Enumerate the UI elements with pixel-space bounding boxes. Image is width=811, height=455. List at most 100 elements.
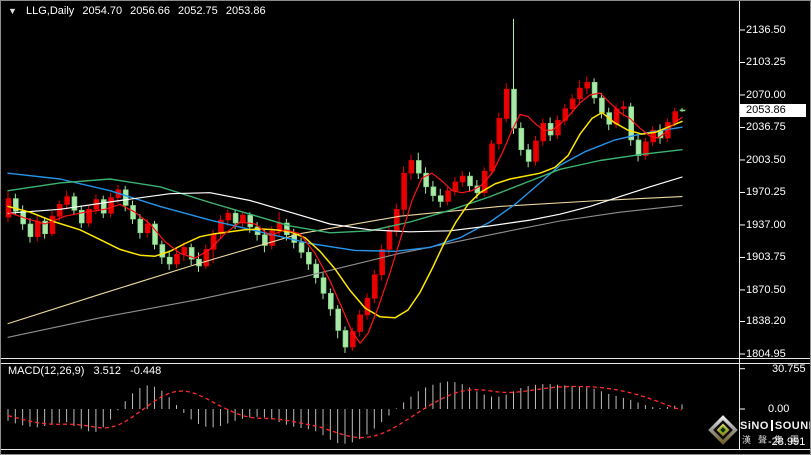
candle-body — [350, 331, 356, 348]
candle-body — [621, 106, 627, 109]
candle-body — [335, 308, 341, 331]
candle-body — [313, 263, 319, 279]
candle-body — [540, 123, 547, 142]
candle-body — [159, 244, 166, 258]
candle-body — [269, 230, 276, 246]
candle-body — [496, 118, 503, 145]
macd-signal-value: -0.448 — [130, 365, 162, 377]
symbol-marker-icon: ▼ — [8, 6, 17, 16]
ohlc-high: 2056.66 — [130, 5, 170, 17]
macd-tick-label: 0.00 — [768, 403, 790, 415]
price-tick-label: 2136.50 — [746, 24, 786, 36]
candle-body — [27, 223, 34, 237]
candle-body — [166, 256, 173, 265]
candle-body — [137, 218, 144, 234]
candle-body — [584, 81, 591, 89]
candle-body — [320, 277, 327, 294]
candlestick-series — [5, 18, 686, 353]
ohlc-close: 2053.86 — [225, 5, 266, 17]
sinosound-diamond-logo-icon — [708, 415, 738, 445]
candle-body — [628, 106, 635, 141]
brand-divider — [770, 420, 773, 431]
macd-tick-label: -28.991 — [768, 436, 806, 448]
candle-body — [503, 88, 510, 119]
time-axis-border — [1, 449, 810, 450]
candle-body — [357, 314, 363, 332]
candle-body — [386, 230, 393, 250]
current-price-badge: 2053.86 — [740, 103, 806, 117]
candle-body — [437, 195, 444, 202]
candle-body — [379, 249, 385, 276]
macd-indicator-name: MACD(12,26,9) — [8, 365, 85, 377]
candle-body — [635, 139, 642, 156]
macd-main-value: 3.512 — [93, 365, 122, 377]
ma-green — [7, 149, 683, 234]
symbol-period-label: LLG,Daily — [25, 5, 75, 17]
candle-body — [232, 212, 239, 224]
candle-body — [247, 214, 254, 228]
candle-body — [533, 140, 539, 162]
price-tick-label: 1970.25 — [746, 186, 786, 199]
candle-body — [430, 186, 437, 196]
candle-body — [35, 220, 41, 237]
candle-body — [452, 181, 459, 192]
candle-body — [569, 98, 576, 109]
price-tick-label: 1937.00 — [746, 218, 786, 231]
chart-title-row: ▼ LLG,Daily 2054.70 2056.66 2052.75 2053… — [8, 5, 271, 17]
candle-body — [489, 143, 495, 172]
candle-body — [100, 199, 107, 214]
candle-body — [415, 160, 422, 174]
price-tick-label: 1804.95 — [746, 347, 786, 360]
price-tick-label: 1903.75 — [746, 251, 786, 264]
candle-body — [518, 127, 525, 151]
price-tick-label: 1838.20 — [746, 315, 786, 328]
ma-gray-longterm — [7, 204, 683, 338]
candle-body — [71, 196, 78, 211]
candle-body — [591, 81, 598, 99]
candle-body — [108, 197, 114, 214]
candle-body — [401, 172, 407, 210]
ohlc-low: 2052.75 — [178, 5, 218, 17]
candle-body — [298, 242, 305, 253]
chart-canvas[interactable] — [0, 0, 811, 455]
candle-body — [525, 149, 532, 162]
price-tick-label: 1870.50 — [746, 283, 786, 296]
ma-wheat-longterm — [7, 196, 683, 325]
candle-body — [144, 223, 151, 234]
price-tick-label: 2003.50 — [746, 153, 786, 166]
macd-histogram — [7, 381, 683, 444]
candle-body — [459, 175, 466, 183]
candle-body — [679, 109, 686, 112]
macd-label-row: MACD(12,26,9) 3.512 -0.448 — [8, 365, 167, 377]
candle-body — [599, 97, 605, 113]
candle-body — [56, 204, 63, 217]
candle-body — [181, 247, 188, 255]
candle-body — [445, 190, 451, 202]
candle-body — [393, 209, 400, 232]
price-tick-label: 2070.00 — [746, 88, 786, 101]
candle-body — [5, 198, 12, 218]
candle-body — [174, 253, 180, 265]
chart-window: ▼ LLG,Daily 2054.70 2056.66 2052.75 2053… — [0, 0, 811, 455]
price-tick-label: 2036.75 — [746, 121, 786, 134]
candle-body — [122, 189, 129, 206]
candle-body — [328, 293, 334, 310]
candle-body — [577, 87, 583, 100]
candle-body — [306, 252, 312, 265]
brand-name: SiNOSOUND — [740, 420, 811, 432]
candle-body — [364, 297, 371, 316]
pane-splitter-bottom[interactable] — [1, 363, 810, 364]
candle-body — [64, 196, 70, 205]
moving-average-lines — [7, 92, 683, 344]
macd-tick-label: 30.755 — [772, 362, 806, 375]
price-axis-border — [739, 1, 740, 449]
candle-body — [49, 215, 56, 235]
candle-body — [408, 160, 415, 174]
ma-yellow — [7, 111, 683, 319]
candle-body — [342, 330, 349, 348]
pane-splitter-top[interactable] — [1, 358, 810, 359]
candle-body — [467, 175, 473, 187]
ohlc-open: 2054.70 — [82, 5, 123, 17]
price-tick-label: 2103.25 — [746, 56, 786, 69]
candle-body — [372, 274, 378, 299]
